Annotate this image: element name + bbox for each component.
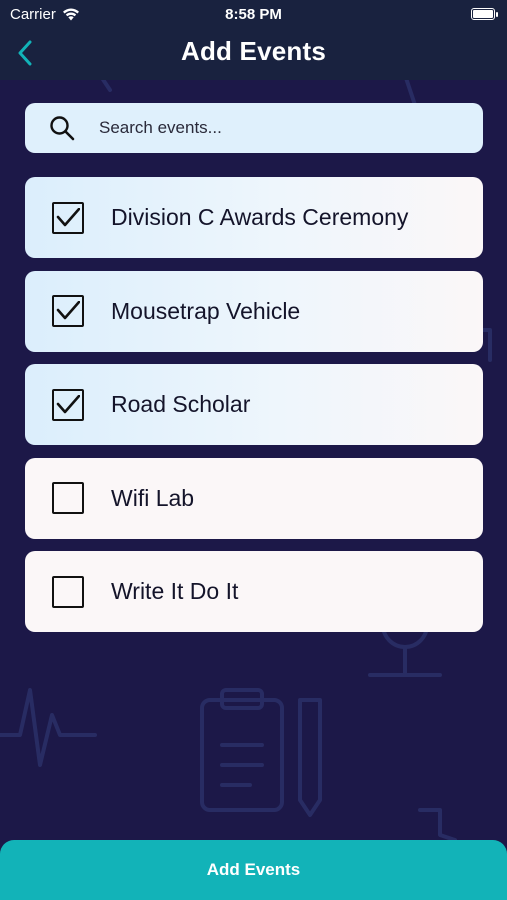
checkmark-icon <box>56 394 80 413</box>
checkbox-checked[interactable] <box>52 388 84 421</box>
checkbox-checked[interactable] <box>52 201 84 234</box>
search-input[interactable] <box>99 118 459 138</box>
checkbox-unchecked[interactable] <box>52 575 84 608</box>
event-item-road-scholar[interactable]: Road Scholar <box>25 364 483 445</box>
status-time: 8:58 PM <box>225 5 282 23</box>
event-list: Division C Awards Ceremony Mousetrap Veh… <box>25 177 483 645</box>
checkbox-checked[interactable] <box>52 295 84 327</box>
battery-icon <box>471 8 498 20</box>
event-label: Mousetrap Vehicle <box>111 297 301 324</box>
event-item-wifi-lab[interactable]: Wifi Lab <box>25 457 483 539</box>
navigation-bar: Add Events <box>0 28 507 80</box>
checkmark-icon <box>56 301 80 320</box>
event-label: Write It Do It <box>111 578 239 604</box>
event-label: Wifi Lab <box>111 484 195 511</box>
search-icon-wrapper <box>25 115 99 141</box>
event-item-division-c-awards-ceremony[interactable]: Division C Awards Ceremony <box>25 177 483 258</box>
search-bar[interactable] <box>25 103 483 153</box>
search-icon <box>50 116 75 141</box>
page-title: Add Events <box>180 36 327 66</box>
event-item-mousetrap-vehicle[interactable]: Mousetrap Vehicle <box>25 270 483 352</box>
event-label: Division C Awards Ceremony <box>111 204 409 230</box>
event-item-write-it-do-it[interactable]: Write It Do It <box>25 551 483 632</box>
checkbox-unchecked[interactable] <box>52 482 84 514</box>
event-label: Road Scholar <box>111 391 251 417</box>
status-bar: Carrier 8:58 PM <box>0 0 507 28</box>
add-events-button[interactable]: Add Events <box>0 840 507 900</box>
checkmark-icon <box>56 207 80 226</box>
